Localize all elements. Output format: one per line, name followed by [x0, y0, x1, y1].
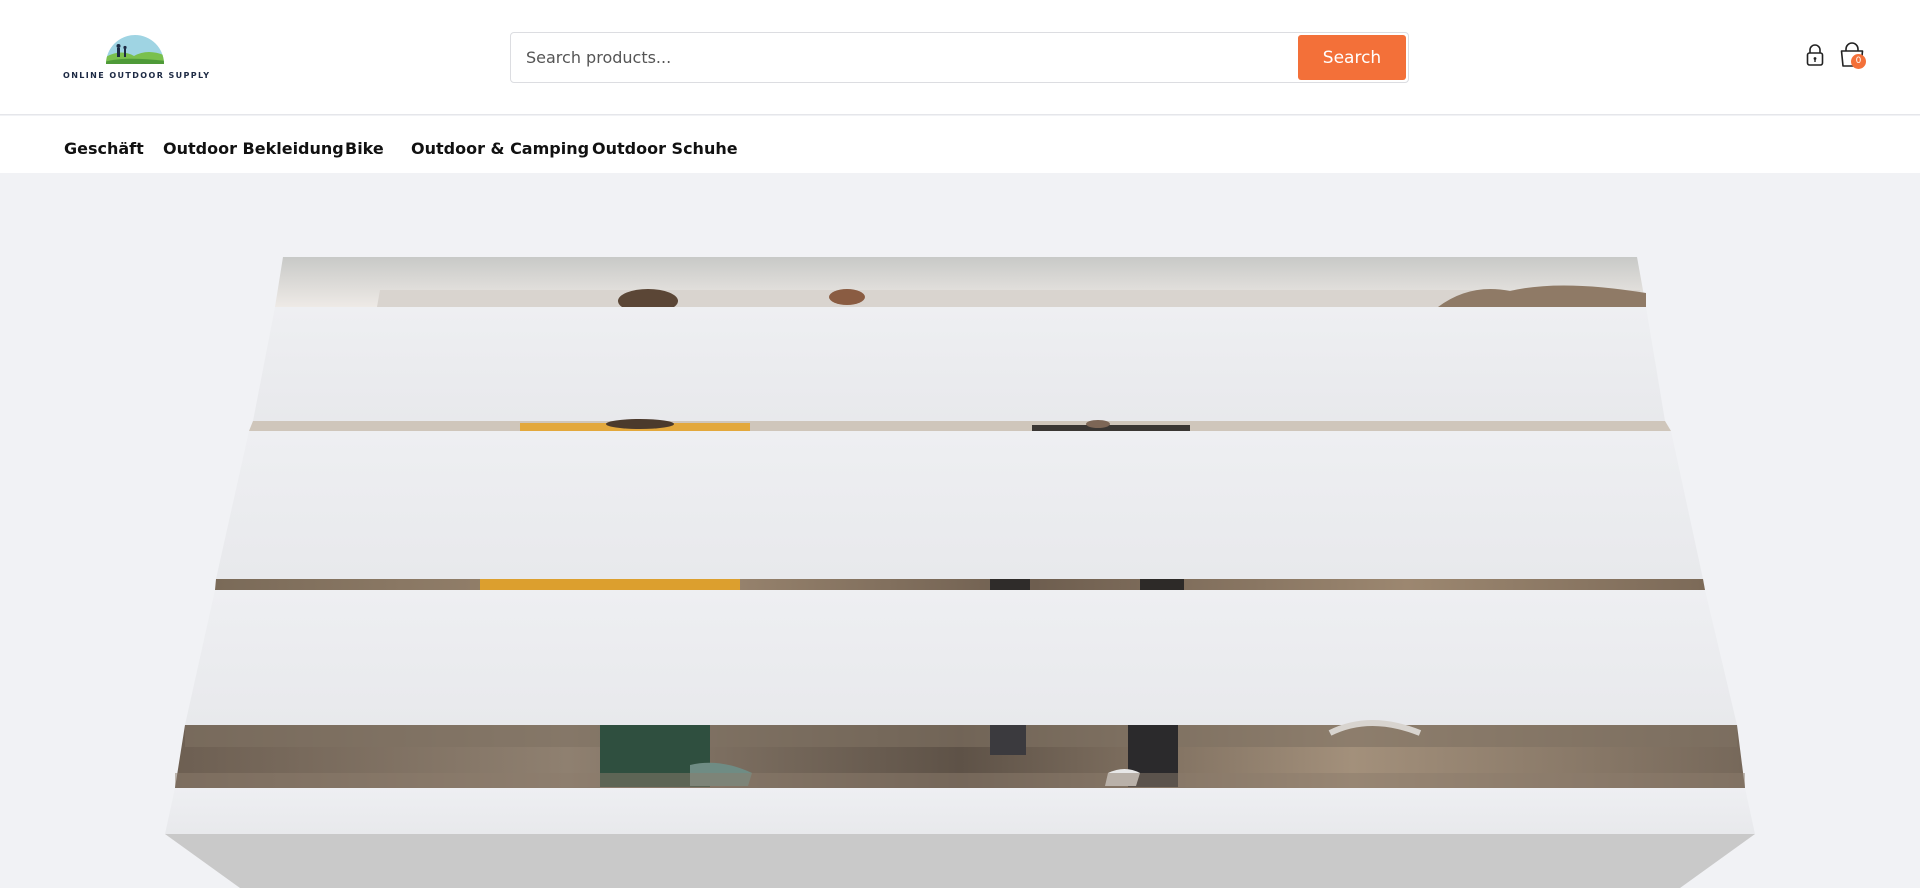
- main-navigation: Geschäft Outdoor Bekleidung Bike Outdoor…: [0, 116, 1920, 173]
- hero-image: [165, 257, 1755, 888]
- nav-item-outdoor-camping[interactable]: Outdoor & Camping: [411, 139, 589, 158]
- logo-mountain-icon: [106, 35, 164, 64]
- cart-count-badge: 0: [1851, 54, 1866, 69]
- search-bar: Search: [510, 32, 1409, 83]
- lock-icon[interactable]: [1804, 43, 1826, 67]
- nav-item-outdoor-schuhe[interactable]: Outdoor Schuhe: [592, 139, 738, 158]
- search-input[interactable]: [511, 33, 1295, 82]
- hero-banner: [0, 173, 1920, 888]
- nav-item-bike[interactable]: Bike: [345, 139, 384, 158]
- site-logo[interactable]: ONLINE OUTDOOR SUPPLY: [62, 32, 210, 84]
- nav-item-geschaeft[interactable]: Geschäft: [64, 139, 144, 158]
- search-button[interactable]: Search: [1298, 35, 1406, 80]
- nav-item-outdoor-bekleidung[interactable]: Outdoor Bekleidung: [163, 139, 344, 158]
- logo-text: ONLINE OUTDOOR SUPPLY: [63, 71, 211, 80]
- site-header: ONLINE OUTDOOR SUPPLY Search 0: [0, 0, 1920, 115]
